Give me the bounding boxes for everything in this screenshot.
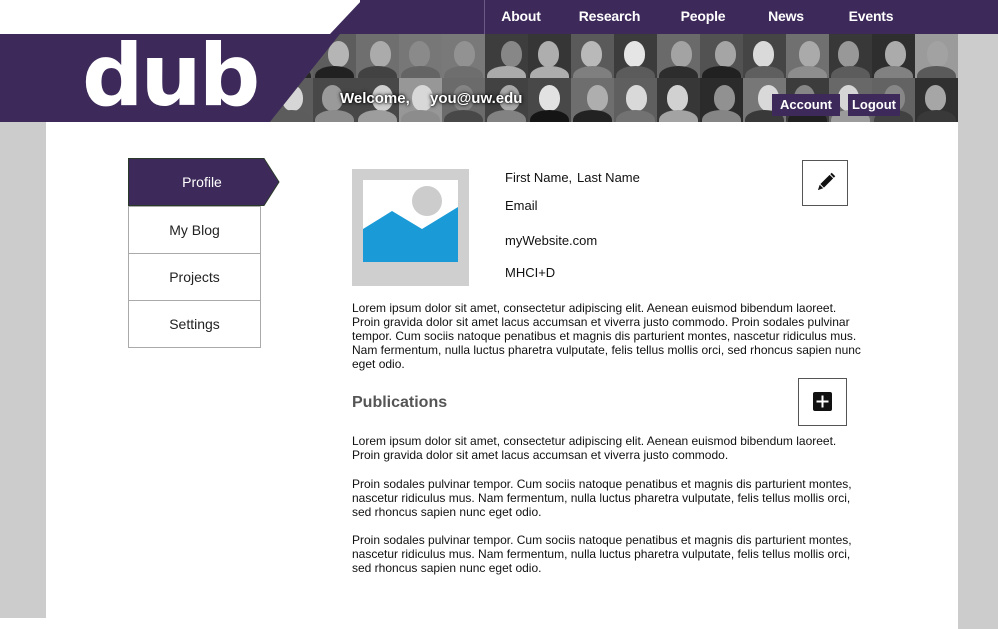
people-photo: [571, 78, 614, 122]
people-photo: [614, 34, 657, 78]
pencil-icon: [817, 172, 836, 191]
people-photo: [528, 78, 571, 122]
sidebar-item-my-blog[interactable]: My Blog: [128, 206, 261, 254]
people-photo: [829, 34, 872, 78]
people-photo: [657, 34, 700, 78]
people-photo: [571, 34, 614, 78]
people-photo: [313, 34, 356, 78]
add-publication-button[interactable]: [798, 378, 847, 426]
people-photo: [614, 78, 657, 122]
people-photo: [700, 34, 743, 78]
website[interactable]: myWebsite.com: [505, 233, 597, 248]
people-photo: [399, 34, 442, 78]
profile-bio: Lorem ipsum dolor sit amet, consectetur …: [352, 301, 861, 371]
nav-events-link[interactable]: Events: [842, 0, 900, 34]
people-photo: [270, 34, 313, 78]
publication-item: Lorem ipsum dolor sit amet, consectetur …: [352, 434, 837, 462]
people-photo: [915, 34, 958, 78]
nav-news-link[interactable]: News: [761, 0, 811, 34]
people-photo: [528, 34, 571, 78]
sidebar-item-profile[interactable]: Profile: [128, 158, 280, 206]
people-photo: [743, 34, 786, 78]
last-name: Last Name: [577, 170, 640, 185]
sidebar-item-settings[interactable]: Settings: [128, 300, 261, 348]
publications-heading: Publications: [352, 394, 448, 411]
dub-logo[interactable]: dub: [82, 33, 260, 119]
sidebar-item-label: Profile: [182, 174, 222, 190]
image-placeholder-icon: [363, 180, 458, 262]
edit-profile-button[interactable]: [802, 160, 848, 206]
program: MHCI+D: [505, 265, 556, 280]
people-photo: [485, 34, 528, 78]
publication-item: Proin sodales pulvinar tempor. Cum socii…: [352, 533, 852, 575]
people-photo: [700, 78, 743, 122]
people-photo: [356, 34, 399, 78]
nav-divider: [484, 0, 485, 34]
nav-research-link[interactable]: Research: [572, 0, 647, 34]
email: Email: [505, 198, 538, 213]
account-button[interactable]: Account: [772, 94, 840, 116]
left-gutter: [0, 122, 46, 618]
user-email: you@uw.edu: [430, 90, 523, 107]
people-photo: [270, 78, 313, 122]
nav-people-link[interactable]: People: [672, 0, 734, 34]
people-photo: [915, 78, 958, 122]
people-photo: [786, 34, 829, 78]
people-photo: [872, 34, 915, 78]
people-photo: [442, 34, 485, 78]
nav-about-link[interactable]: About: [492, 0, 550, 34]
logout-button[interactable]: Logout: [848, 94, 900, 116]
welcome-label: Welcome,: [340, 90, 410, 107]
profile-avatar[interactable]: [352, 169, 469, 286]
people-photo: [657, 78, 700, 122]
sidebar-item-projects[interactable]: Projects: [128, 253, 261, 301]
topnav-slant: [330, 0, 362, 34]
plus-icon: [813, 392, 832, 411]
publication-item: Proin sodales pulvinar tempor. Cum socii…: [352, 477, 852, 519]
first-name: First Name,: [505, 170, 573, 185]
right-gutter: [958, 34, 998, 629]
